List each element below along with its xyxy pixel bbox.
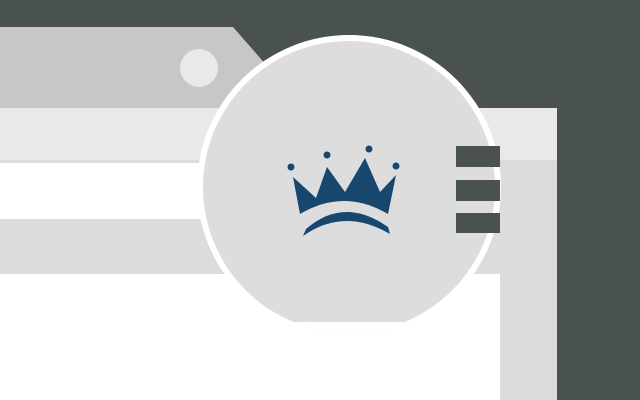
menu-bar-top <box>456 146 500 167</box>
crown-jewel-left <box>287 163 295 171</box>
menu-bar-middle <box>456 180 500 201</box>
menu-bar-bottom <box>456 213 500 233</box>
crown-jewel-mid-left <box>323 151 331 159</box>
hamburger-menu-icon[interactable] <box>456 146 500 233</box>
extension-promo-illustration <box>0 0 640 400</box>
tab-indicator-icon <box>180 49 218 87</box>
crown-jewel-mid-right <box>365 145 373 153</box>
crown-jewel-right <box>392 162 400 170</box>
